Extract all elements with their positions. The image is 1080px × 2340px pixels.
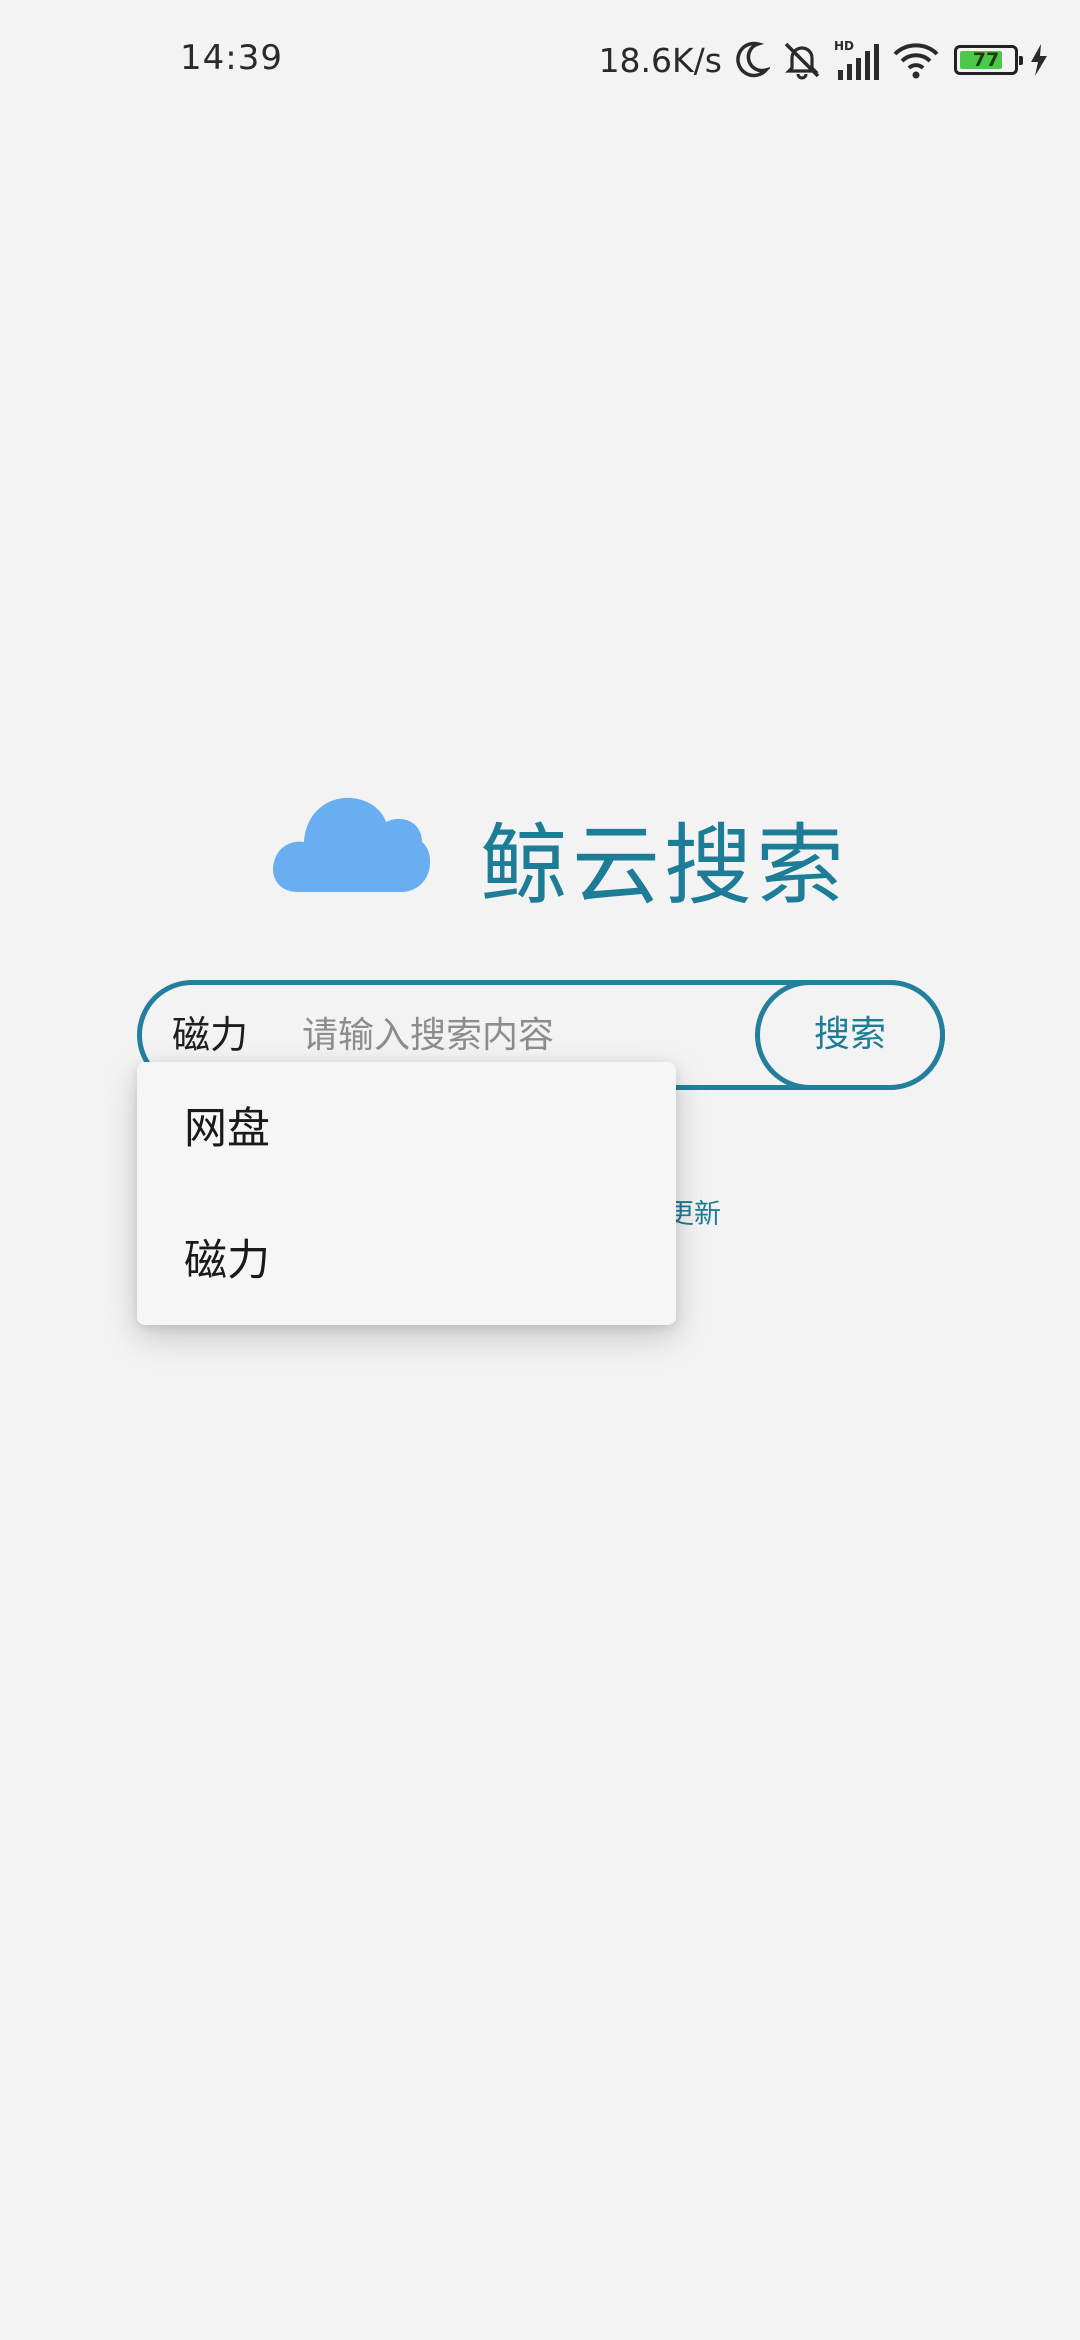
dropdown-item-netdisk[interactable]: 网盘 (184, 1084, 624, 1174)
status-time: 14:39 (180, 38, 283, 78)
battery-icon: 77 (954, 45, 1023, 75)
search-button[interactable]: 搜索 (755, 980, 945, 1090)
network-speed: 18.6K/s (598, 40, 722, 80)
battery-level: 77 (972, 49, 1000, 71)
search-input[interactable] (302, 1007, 722, 1063)
mute-icon (780, 40, 824, 80)
dropdown-item-magnet[interactable]: 磁力 (184, 1216, 624, 1306)
app-title: 鲸云搜索 (480, 814, 849, 917)
app-logo: 鲸云搜索 (270, 785, 844, 917)
cloud-icon (270, 788, 431, 902)
svg-text:HD: HD (834, 39, 854, 53)
status-bar: 14:39 18.6K/s HD 77 (0, 0, 1080, 125)
moon-icon (734, 40, 770, 80)
status-icons: 18.6K/s HD 77 (599, 38, 1050, 82)
signal-icon: HD (834, 38, 882, 82)
search-type-dropdown: 网盘 磁力 (137, 1062, 676, 1325)
wifi-icon (892, 40, 940, 80)
charging-icon (1028, 42, 1050, 78)
